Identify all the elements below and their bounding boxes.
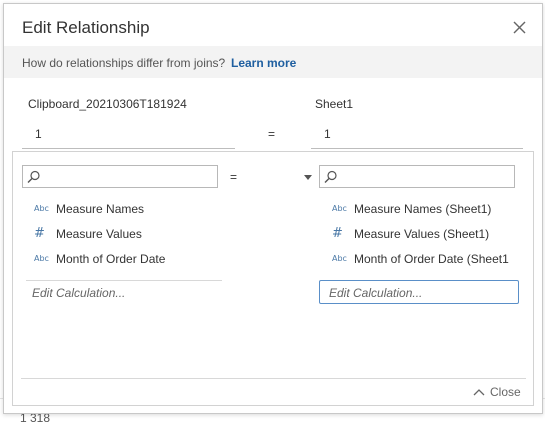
right-field-value: 1 (324, 127, 331, 141)
chevron-up-icon (473, 389, 485, 396)
left-edit-calculation[interactable]: Edit Calculation... (32, 286, 125, 300)
info-band: How do relationships differ from joins? … (4, 46, 542, 78)
string-field-icon: Abc (332, 204, 347, 213)
left-list-divider (26, 280, 222, 281)
number-field-icon: # (332, 226, 343, 241)
string-field-icon: Abc (332, 254, 347, 263)
info-text: How do relationships differ from joins? (22, 56, 226, 70)
left-search-input[interactable] (22, 165, 218, 188)
left-field-selector[interactable]: 1 (22, 123, 235, 149)
search-icon (324, 170, 337, 183)
string-field-icon: Abc (34, 204, 49, 213)
edit-relationship-dialog: Edit Relationship How do relationships d… (3, 3, 543, 414)
dialog-title: Edit Relationship (22, 18, 150, 37)
left-source-name: Clipboard_20210306T181924 (28, 97, 187, 111)
close-icon[interactable] (510, 18, 530, 38)
field-picker-panel: = Abc Measure Names # Measure Values Abc… (12, 151, 534, 406)
right-field-selector[interactable]: 1 (311, 123, 523, 149)
operator-selector[interactable]: = (230, 170, 237, 184)
learn-more-link[interactable]: Learn more (231, 56, 296, 70)
search-icon (27, 170, 40, 183)
string-field-icon: Abc (34, 254, 49, 263)
right-source-name: Sheet1 (315, 97, 354, 111)
number-field-icon: # (34, 226, 45, 241)
panel-footer-divider (21, 378, 526, 379)
operator-dropdown-icon[interactable] (304, 175, 312, 180)
right-edit-calculation[interactable]: Edit Calculation... (319, 280, 519, 304)
right-search-input[interactable] (319, 165, 515, 188)
relationship-operator[interactable]: = (268, 127, 275, 141)
left-field-value: 1 (35, 127, 42, 141)
